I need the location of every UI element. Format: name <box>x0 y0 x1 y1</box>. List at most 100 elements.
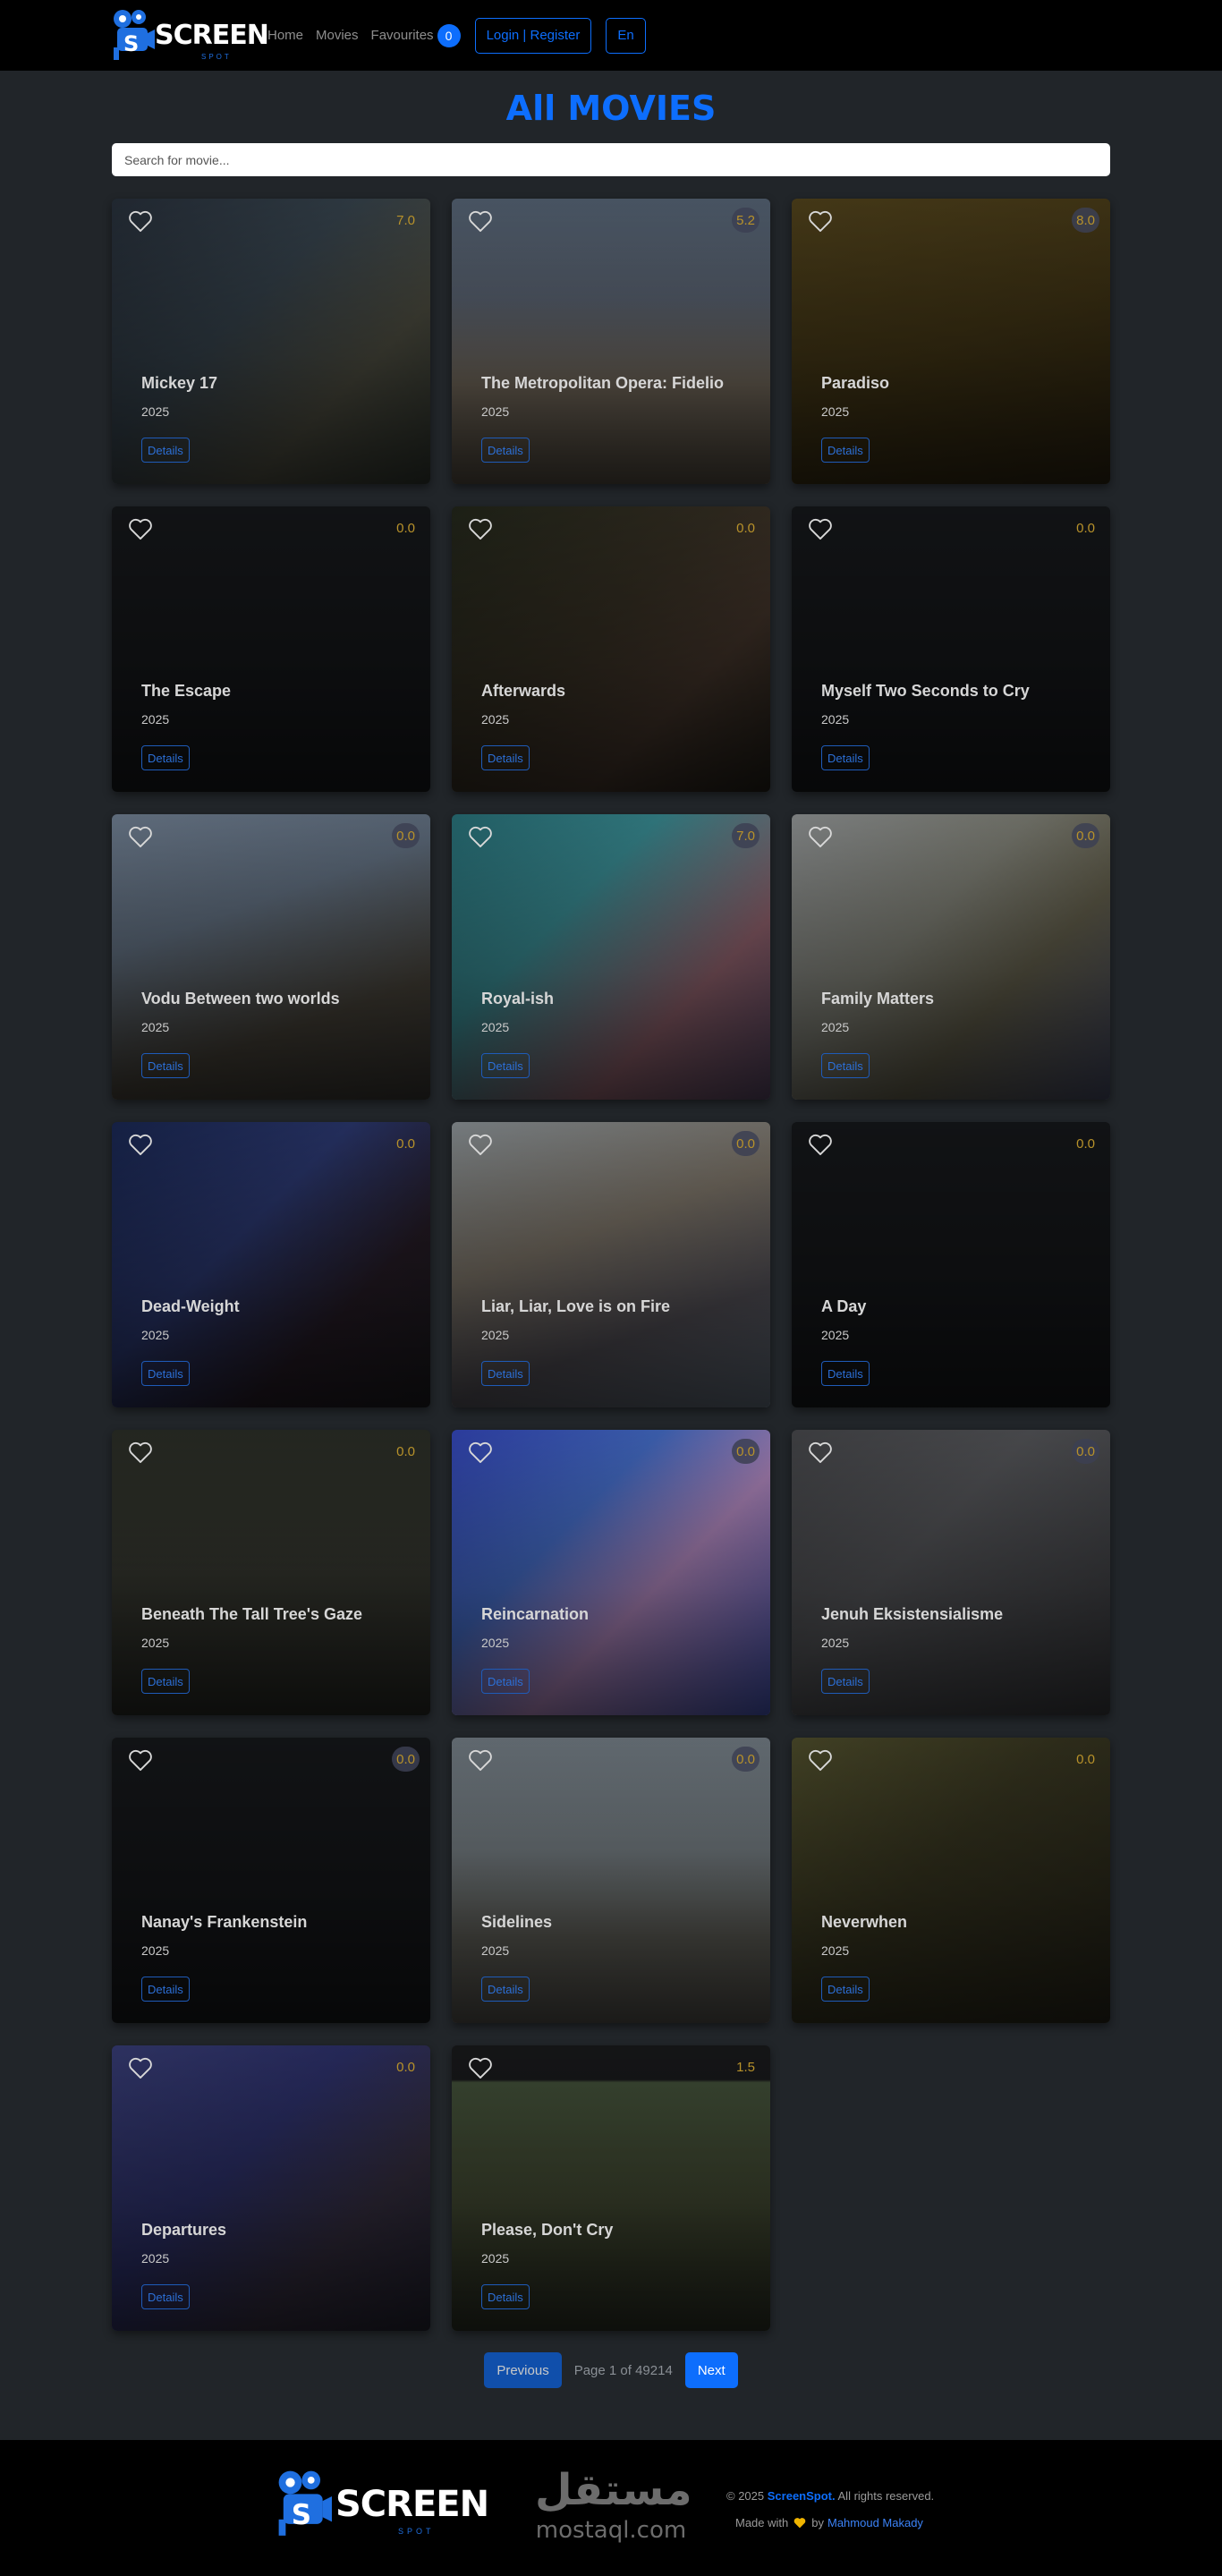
movie-year: 2025 <box>481 2251 510 2266</box>
heart-outline-icon[interactable] <box>468 1133 493 1156</box>
rating-badge: 0.0 <box>1072 1439 1099 1464</box>
movie-card[interactable]: 7.0 Royal-ish 2025 Details <box>452 814 770 1100</box>
movie-card[interactable]: 7.0 Mickey 17 2025 Details <box>112 199 430 484</box>
heart-outline-icon[interactable] <box>128 517 153 540</box>
movie-year: 2025 <box>141 1636 170 1650</box>
previous-page-button[interactable]: Previous <box>484 2352 562 2388</box>
nav-home-link[interactable]: Home <box>267 28 303 43</box>
movie-card[interactable]: 0.0 Vodu Between two worlds 2025 Details <box>112 814 430 1100</box>
details-button[interactable]: Details <box>481 438 530 463</box>
details-button[interactable]: Details <box>821 1053 870 1078</box>
movie-card[interactable]: 0.0 Dead-Weight 2025 Details <box>112 1122 430 1407</box>
nav-movies-link[interactable]: Movies <box>316 28 359 43</box>
details-button[interactable]: Details <box>141 1977 190 2002</box>
details-button[interactable]: Details <box>141 1053 190 1078</box>
login-register-button[interactable]: Login | Register <box>474 17 592 54</box>
search-input[interactable] <box>112 143 1110 176</box>
details-button[interactable]: Details <box>141 745 190 770</box>
movie-year: 2025 <box>821 1943 850 1958</box>
heart-outline-icon[interactable] <box>468 1441 493 1464</box>
movie-title: Please, Don't Cry <box>481 2221 614 2239</box>
details-button[interactable]: Details <box>481 745 530 770</box>
details-button[interactable]: Details <box>141 1361 190 1386</box>
page-info: Page 1 of 49214 <box>573 2362 673 2378</box>
movie-card[interactable]: 0.0 Family Matters 2025 Details <box>792 814 1110 1100</box>
movie-card[interactable]: 1.5 Please, Don't Cry 2025 Details <box>452 2045 770 2331</box>
movie-title: Jenuh Eksistensialisme <box>821 1605 1004 1623</box>
heart-outline-icon[interactable] <box>128 1133 153 1156</box>
heart-outline-icon[interactable] <box>468 1748 493 1772</box>
movie-title: Dead-Weight <box>141 1297 240 1315</box>
movie-title: Sidelines <box>481 1913 553 1931</box>
nav-favourites-link[interactable]: Favourites <box>371 28 434 43</box>
details-button[interactable]: Details <box>141 1669 190 1694</box>
rating-badge: 0.0 <box>732 1131 760 1156</box>
language-button[interactable]: En <box>606 17 646 54</box>
movie-card[interactable]: 8.0 Paradiso 2025 Details <box>792 199 1110 484</box>
heart-outline-icon[interactable] <box>808 1748 833 1772</box>
details-button[interactable]: Details <box>481 2284 530 2309</box>
details-button[interactable]: Details <box>481 1361 530 1386</box>
movie-card[interactable]: 0.0 A Day 2025 Details <box>792 1122 1110 1407</box>
movie-card[interactable]: 0.0 Neverwhen 2025 Details <box>792 1738 1110 2023</box>
footer: S SCREEN SPOT مستقل mostaql.com © 2025 S… <box>0 2440 1222 2576</box>
rating-badge: 0.0 <box>736 520 755 536</box>
movie-year: 2025 <box>141 2251 170 2266</box>
movie-title: Royal-ish <box>481 990 555 1007</box>
movie-card[interactable]: 0.0 Sidelines 2025 Details <box>452 1738 770 2023</box>
rating-badge: 0.0 <box>392 1747 420 1772</box>
details-button[interactable]: Details <box>821 1977 870 2002</box>
movie-card[interactable]: 5.2 The Metropolitan Opera: Fidelio 2025 De… <box>452 199 770 484</box>
movie-card[interactable]: 0.0 Myself Two Seconds to Cry 2025 Details <box>792 506 1110 792</box>
movie-card[interactable]: 0.0 Reincarnation 2025 Details <box>452 1430 770 1715</box>
heart-outline-icon[interactable] <box>468 209 493 233</box>
footer-logo[interactable]: S SCREEN SPOT <box>273 2469 496 2540</box>
heart-outline-icon[interactable] <box>128 1748 153 1772</box>
details-button[interactable]: Details <box>481 1669 530 1694</box>
movie-card[interactable]: 0.0 Beneath The Tall Tree's Gaze 2025 Detai… <box>112 1430 430 1715</box>
movie-year: 2025 <box>141 1328 170 1342</box>
details-button[interactable]: Details <box>821 745 870 770</box>
details-button[interactable]: Details <box>821 438 870 463</box>
details-button[interactable]: Details <box>141 2284 190 2309</box>
heart-outline-icon[interactable] <box>808 209 833 233</box>
movie-title: Beneath The Tall Tree's Gaze <box>141 1605 363 1623</box>
details-button[interactable]: Details <box>481 1053 530 1078</box>
next-page-button[interactable]: Next <box>684 2352 738 2388</box>
heart-outline-icon[interactable] <box>808 517 833 540</box>
heart-outline-icon[interactable] <box>128 1441 153 1464</box>
heart-outline-icon[interactable] <box>808 1133 833 1156</box>
brand-logo[interactable]: S SCREEN SPOT <box>112 6 269 65</box>
svg-text:S: S <box>292 2499 311 2531</box>
movie-card[interactable]: 0.0 Afterwards 2025 Details <box>452 506 770 792</box>
heart-outline-icon[interactable] <box>468 825 493 848</box>
movie-year: 2025 <box>821 712 850 727</box>
details-button[interactable]: Details <box>821 1669 870 1694</box>
author-link[interactable]: Mahmoud Makady <box>827 2516 923 2529</box>
navbar: S SCREEN SPOT Home Movies Favourites 0 L… <box>0 0 1222 71</box>
movie-card[interactable]: 0.0 Departures 2025 Details <box>112 2045 430 2331</box>
rating-badge: 0.0 <box>732 1747 760 1772</box>
movie-card[interactable]: 0.0 Nanay's Frankenstein 2025 Details <box>112 1738 430 2023</box>
rating-badge: 0.0 <box>396 1443 415 1459</box>
details-button[interactable]: Details <box>481 1977 530 2002</box>
heart-outline-icon[interactable] <box>468 517 493 540</box>
movie-year: 2025 <box>821 1328 850 1342</box>
movie-card[interactable]: 0.0 Liar, Liar, Love is on Fire 2025 Detail… <box>452 1122 770 1407</box>
movie-card[interactable]: 0.0 Jenuh Eksistensialisme 2025 Details <box>792 1430 1110 1715</box>
rating-badge: 0.0 <box>1076 1751 1095 1767</box>
mostaql-logo[interactable]: مستقل mostaql.com <box>535 2465 692 2546</box>
details-button[interactable]: Details <box>141 438 190 463</box>
movie-year: 2025 <box>821 404 850 419</box>
rating-badge: 0.0 <box>396 2059 415 2075</box>
nav-favourites[interactable]: Favourites 0 <box>371 23 461 47</box>
details-button[interactable]: Details <box>821 1361 870 1386</box>
heart-outline-icon[interactable] <box>128 2056 153 2079</box>
heart-outline-icon[interactable] <box>808 825 833 848</box>
heart-outline-icon[interactable] <box>468 2056 493 2079</box>
heart-outline-icon[interactable] <box>808 1441 833 1464</box>
heart-outline-icon[interactable] <box>128 825 153 848</box>
heart-outline-icon[interactable] <box>128 209 153 233</box>
rating-badge: 5.2 <box>732 208 760 233</box>
movie-card[interactable]: 0.0 The Escape 2025 Details <box>112 506 430 792</box>
